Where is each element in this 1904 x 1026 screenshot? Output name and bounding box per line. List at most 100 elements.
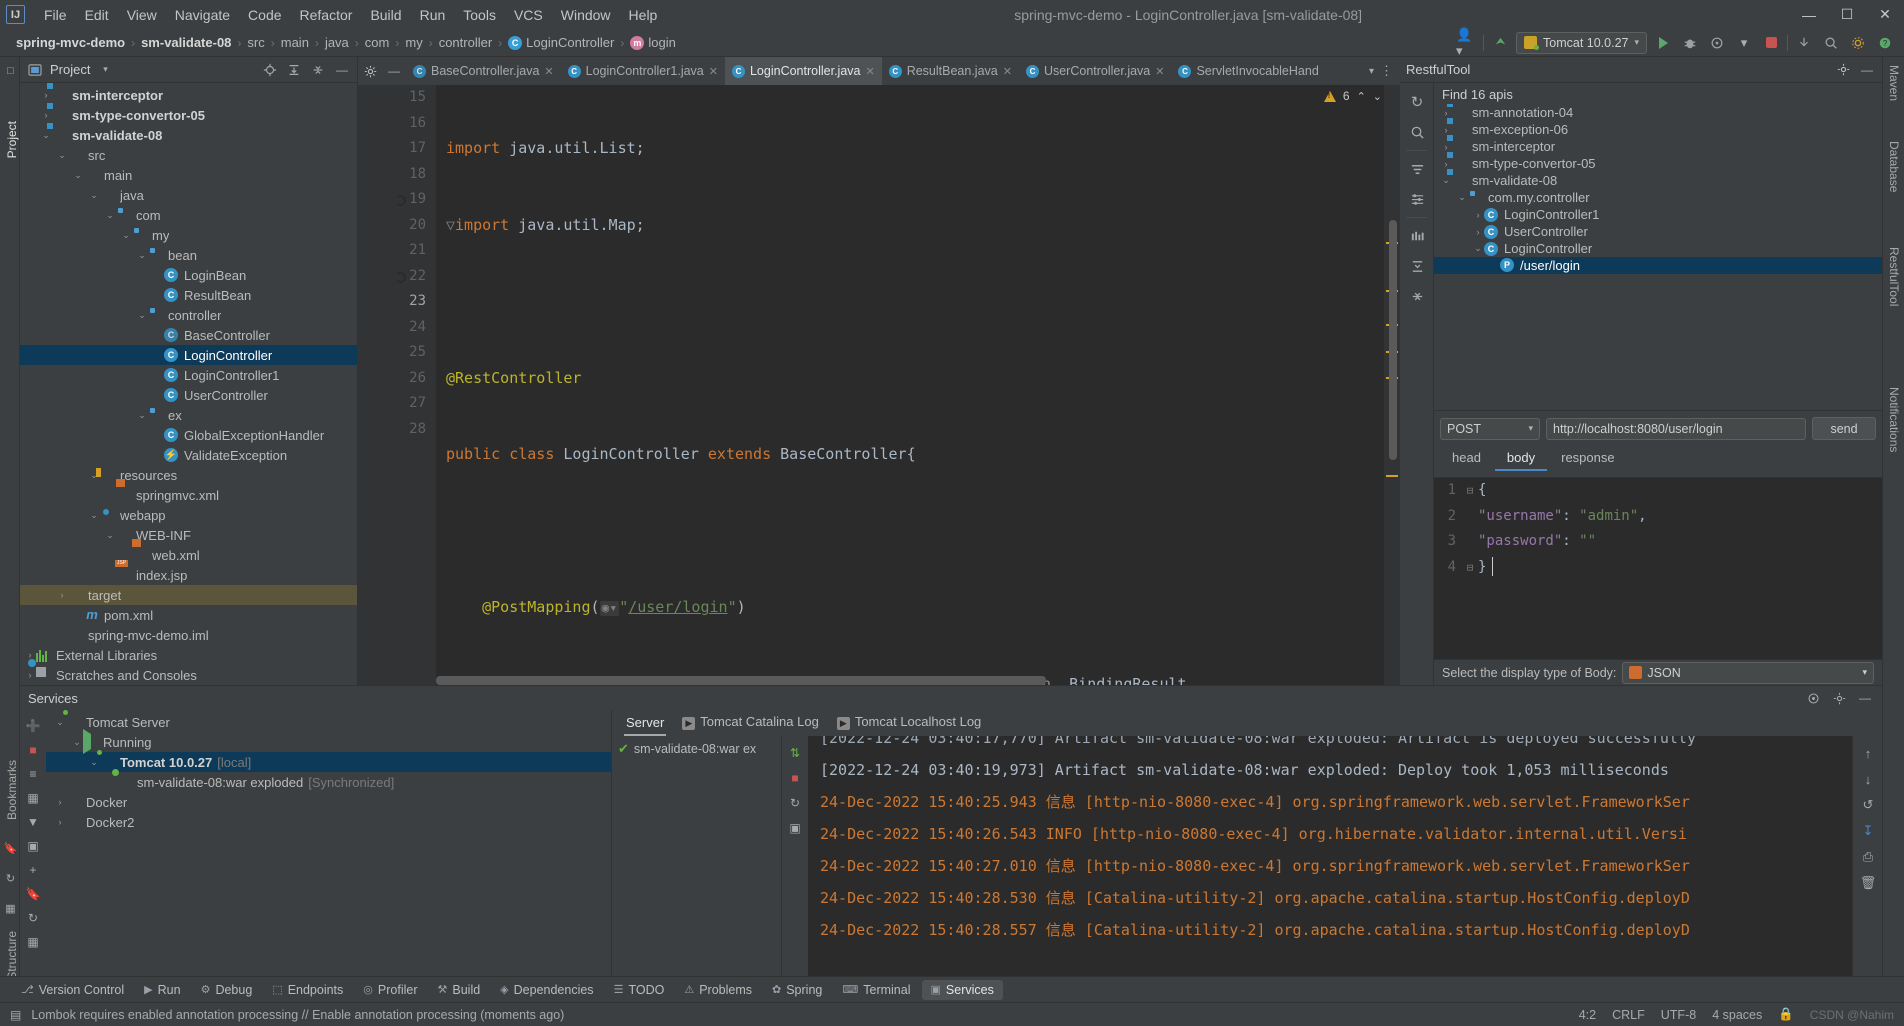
console-tab-tomcat-catalina-log[interactable]: ▶ Tomcat Catalina Log (680, 710, 821, 736)
refresh-icon[interactable]: ↻ (20, 906, 46, 930)
console-tab-tomcat-localhost-log[interactable]: ▶ Tomcat Localhost Log (835, 710, 983, 736)
sidebar-item-bookmarks[interactable]: Bookmarks (2, 754, 22, 826)
service-item-tomcat-10-0-27[interactable]: ⌄ Tomcat 10.0.27 [local] (46, 752, 611, 772)
chevron-right-icon[interactable]: › (40, 90, 52, 100)
menu-file[interactable]: File (35, 5, 76, 25)
service-item-docker[interactable]: › Docker (46, 792, 611, 812)
close-icon[interactable]: ✕ (865, 65, 874, 78)
service-item-sm-validate-08-war-exploded[interactable]: sm-validate-08:war exploded [Synchronized… (46, 772, 611, 792)
bottom-tab-version-control[interactable]: ⎇ Version Control (12, 980, 133, 1000)
chevron-right-icon[interactable]: › (56, 590, 68, 600)
gear-icon[interactable] (361, 62, 379, 80)
bottom-tab-spring[interactable]: ✿ Spring (763, 980, 831, 1000)
fold-icon[interactable]: ⊟ (1462, 478, 1478, 504)
chevron-down-icon[interactable]: ▾ (96, 61, 114, 79)
bottom-tab-terminal[interactable]: ⌨ Terminal (833, 980, 919, 1000)
sidebar-item-project[interactable]: Project (2, 115, 22, 164)
chevron-down-icon[interactable]: ⌄ (136, 310, 148, 321)
grid-strip-icon[interactable]: ▦ (3, 901, 18, 916)
update-project-icon[interactable] (1489, 32, 1511, 54)
api-tree-item-usercontroller[interactable]: › C UserController (1434, 223, 1882, 240)
menu-vcs[interactable]: VCS (505, 5, 552, 25)
tree-item-pom-xml[interactable]: m pom.xml (20, 605, 357, 625)
more-run-icon[interactable]: ▾ (1733, 32, 1755, 54)
http-method-select[interactable]: POST ▾ (1440, 417, 1540, 440)
editor-tab-resultbean-java[interactable]: C ResultBean.java ✕ (881, 57, 1019, 85)
event-log-icon[interactable]: ▤ (10, 1008, 21, 1022)
print-icon[interactable]: ⎙ (1853, 844, 1882, 870)
group-icon[interactable]: ▦ (20, 786, 46, 810)
refresh-icon[interactable]: ↻ (1400, 87, 1434, 117)
stop-icon[interactable]: ■ (20, 738, 46, 762)
editor-vertical-scrollbar-thumb[interactable] (1389, 220, 1397, 460)
locate-icon[interactable] (261, 61, 279, 79)
bottom-tab-services[interactable]: ▣ Services (921, 979, 1003, 1000)
bottom-tab-problems[interactable]: ⚠ Problems (675, 980, 761, 1000)
chevron-right-icon[interactable]: › (24, 670, 36, 680)
tree-item-web-xml[interactable]: web.xml (20, 545, 357, 565)
chevron-down-icon[interactable]: ⌄ (104, 210, 116, 221)
deployment-item[interactable]: ✔ sm-validate-08:war ex (612, 739, 781, 758)
menu-build[interactable]: Build (361, 5, 410, 25)
api-tree-item-sm-interceptor[interactable]: › sm-interceptor (1434, 138, 1882, 155)
tree-item-resources[interactable]: ⌄ resources (20, 465, 357, 485)
editor-tab-servletinvocablehand[interactable]: C ServletInvocableHand (1171, 57, 1326, 85)
stop-icon[interactable]: ■ (782, 765, 808, 790)
breadcrumb-item-spring-mvc-demo[interactable]: spring-mvc-demo (16, 35, 125, 50)
sidebar-item-maven[interactable]: Maven (1887, 65, 1901, 101)
tree-item-java[interactable]: ⌄ java (20, 185, 357, 205)
plus-icon[interactable]: + (20, 858, 46, 882)
filter-icon[interactable]: ▼ (20, 810, 46, 834)
chevron-right-icon[interactable]: › (54, 817, 66, 827)
body-type-select[interactable]: JSON ▾ (1622, 661, 1874, 684)
json-line-text[interactable]: { (1478, 478, 1486, 504)
caret-position[interactable]: 4:2 (1579, 1008, 1596, 1022)
minus-icon[interactable]: — (385, 62, 403, 80)
close-button[interactable]: ✕ (1866, 0, 1904, 29)
editor-scrollbar[interactable] (1384, 85, 1400, 685)
bottom-tab-endpoints[interactable]: ⬚ Endpoints (263, 980, 352, 1000)
tree-item-com[interactable]: ⌄ com (20, 205, 357, 225)
chart-icon[interactable] (1400, 221, 1434, 251)
close-icon[interactable]: ✕ (709, 65, 718, 78)
breadcrumb-item-my[interactable]: my (405, 35, 422, 50)
chevron-down-icon[interactable]: ▾ (1369, 66, 1374, 77)
chevron-right-icon[interactable]: › (1440, 142, 1452, 152)
gear-icon[interactable] (1830, 689, 1848, 707)
chevron-down-icon[interactable]: ⌄ (56, 150, 68, 161)
menu-tools[interactable]: Tools (454, 5, 505, 25)
restful-api-tree[interactable]: › sm-annotation-04 › sm-exception-06 › sm-int… (1434, 104, 1882, 410)
settings-icon[interactable] (1804, 689, 1822, 707)
tree-item-resultbean[interactable]: C ResultBean (20, 285, 357, 305)
tree-item-target[interactable]: › target (20, 585, 357, 605)
service-item-tomcat-server[interactable]: ⌄ Tomcat Server (46, 712, 611, 732)
tree-item-springmvc-xml[interactable]: springmvc.xml (20, 485, 357, 505)
filter-icon[interactable] (1400, 154, 1434, 184)
bottom-tab-build[interactable]: ⚒ Build (429, 980, 490, 1000)
help-icon[interactable]: ? (1874, 32, 1896, 54)
scroll-up-icon[interactable]: ↑ (1853, 740, 1882, 766)
tree-item-logincontroller1[interactable]: C LoginController1 (20, 365, 357, 385)
service-item-docker2[interactable]: › Docker2 (46, 812, 611, 832)
tree-item-logincontroller[interactable]: C LoginController (20, 345, 357, 365)
chevron-down-icon[interactable]: ⌄ (40, 130, 52, 141)
more-options-icon[interactable]: ⋮ (1380, 63, 1393, 79)
breadcrumb-item-sm-validate-08[interactable]: sm-validate-08 (141, 35, 231, 50)
line-separator[interactable]: CRLF (1612, 1008, 1645, 1022)
tree-item-loginbean[interactable]: C LoginBean (20, 265, 357, 285)
request-tab-body[interactable]: body (1494, 446, 1548, 471)
settings-sliders-icon[interactable] (1400, 184, 1434, 214)
api-tree-item-logincontroller[interactable]: ⌄ C LoginController (1434, 240, 1882, 257)
maximize-button[interactable]: ☐ (1828, 0, 1866, 29)
chevron-down-icon[interactable]: ⌄ (1472, 243, 1484, 254)
bottom-tab-profiler[interactable]: ◎ Profiler (354, 980, 426, 1000)
status-message[interactable]: Lombok requires enabled annotation proce… (31, 1008, 564, 1022)
tree-item-src[interactable]: ⌄ src (20, 145, 357, 165)
expand-all-icon[interactable] (285, 61, 303, 79)
project-tree[interactable]: › sm-interceptor › sm-type-convertor-05 ⌄ sm-… (20, 83, 357, 685)
minimize-button[interactable]: — (1790, 0, 1828, 29)
redeploy-icon[interactable]: ↻ (782, 790, 808, 815)
run-icon[interactable] (1652, 32, 1674, 54)
inspection-widget[interactable]: 6 ⌃ ⌄ (1323, 89, 1382, 103)
debug-icon[interactable] (1679, 32, 1701, 54)
